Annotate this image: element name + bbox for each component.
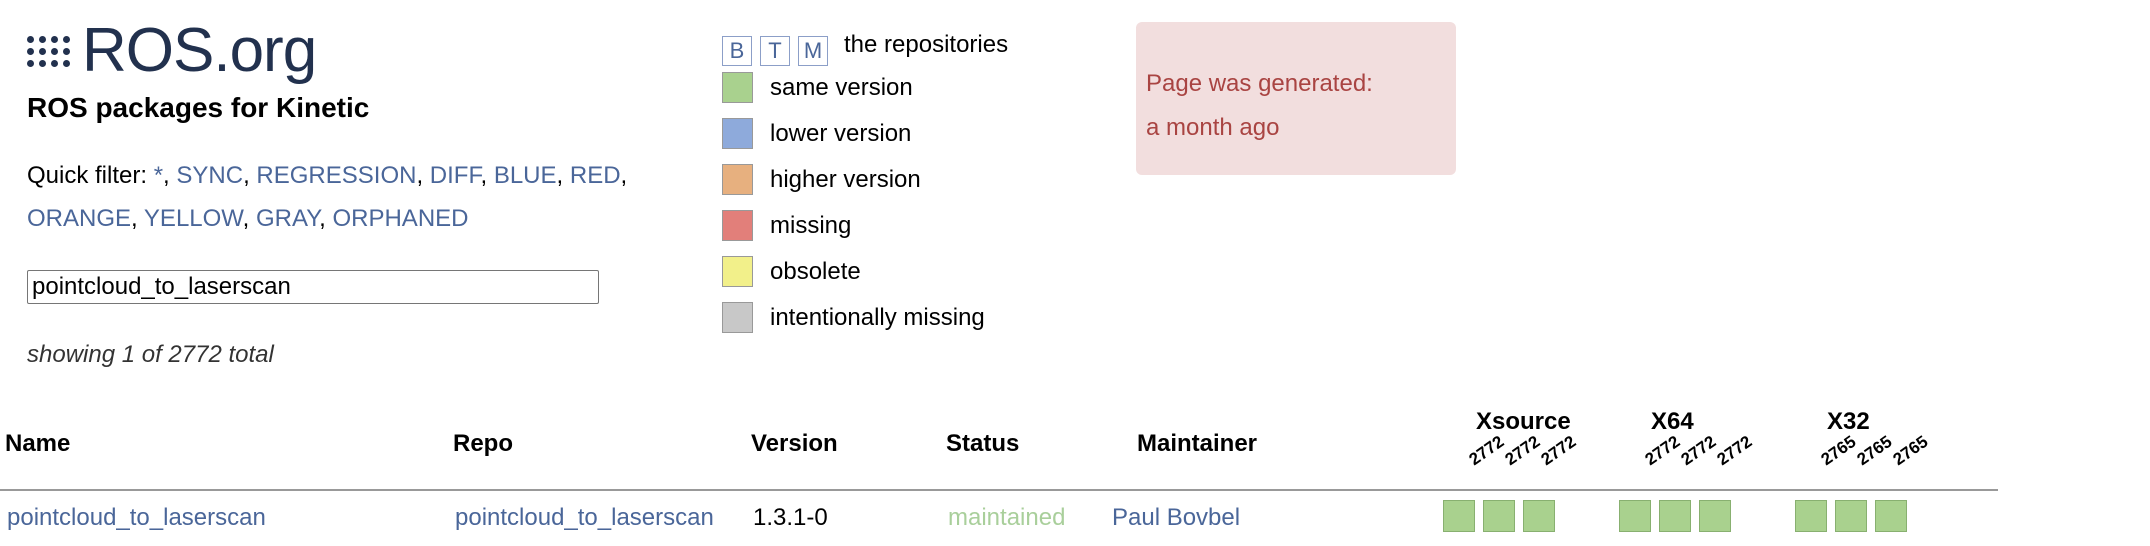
quick-filter-line-2: ORANGE, YELLOW, GRAY, ORPHANED — [27, 205, 469, 232]
legend-swatch-obsolete — [722, 256, 753, 287]
filter-link-regression[interactable]: REGRESSION — [256, 162, 416, 189]
legend-swatch-higher — [722, 164, 753, 195]
legend-item-obsolete: obsolete — [722, 256, 861, 287]
legend-repos-row: B T M the repositories — [722, 30, 1008, 66]
arch-count-x32-testing: 2765 — [1853, 431, 1896, 470]
page-title: ROS packages for Kinetic — [27, 92, 370, 123]
legend-item-missing: missing — [722, 210, 851, 241]
status-cell-xsource-main[interactable] — [1523, 500, 1555, 532]
filter-link-orange[interactable]: ORANGE — [27, 205, 131, 232]
legend: B T M the repositories same version lowe… — [722, 30, 1008, 333]
arch-count-xsource-building: 2772 — [1465, 431, 1508, 470]
row-version: 1.3.1-0 — [753, 504, 828, 531]
filter-link-red[interactable]: RED — [570, 162, 621, 189]
legend-label-intentionally-missing: intentionally missing — [770, 303, 985, 331]
status-cell-x32-main[interactable] — [1875, 500, 1907, 532]
table-header-divider — [0, 489, 1998, 491]
arch-count-x64-testing: 2772 — [1677, 431, 1720, 470]
status-cell-x32-testing[interactable] — [1835, 500, 1867, 532]
legend-swatch-same — [722, 72, 753, 103]
repo-toggle-main[interactable]: M — [798, 36, 828, 66]
legend-label-obsolete: obsolete — [770, 257, 861, 285]
repos-suffix: the repositories — [844, 31, 1009, 58]
legend-label-missing: missing — [770, 211, 852, 239]
arch-header-xsource: Xsource — [1476, 408, 1571, 435]
header-status[interactable]: Status — [946, 430, 1019, 458]
header-maintainer[interactable]: Maintainer — [1137, 430, 1257, 458]
status-cell-x64-main[interactable] — [1699, 500, 1731, 532]
legend-label-lower: lower version — [770, 119, 912, 147]
quick-filter-label: Quick filter: — [27, 162, 148, 189]
header-version[interactable]: Version — [751, 430, 838, 458]
header-repo[interactable]: Repo — [453, 430, 513, 458]
status-cell-xsource-building[interactable] — [1443, 500, 1475, 532]
arch-count-xsource-testing: 2772 — [1501, 431, 1544, 470]
legend-item-higher: higher version — [722, 164, 921, 195]
status-cell-x64-building[interactable] — [1619, 500, 1651, 532]
quick-filter-line-1: Quick filter: *, SYNC, REGRESSION, DIFF,… — [27, 162, 628, 189]
legend-swatch-lower — [722, 118, 753, 149]
notice-line-2: a month ago — [1146, 114, 1280, 141]
showing-count: showing 1 of 2772 total — [27, 341, 274, 368]
notice-line-1: Page was generated: — [1146, 70, 1373, 97]
ros-logo[interactable]: ROS.org — [27, 16, 317, 85]
filter-link-orphaned[interactable]: ORPHANED — [332, 205, 468, 232]
row-name-link[interactable]: pointcloud_to_laserscan — [7, 504, 266, 532]
ros-dots-icon — [27, 35, 70, 67]
filter-link-sync[interactable]: SYNC — [176, 162, 243, 189]
filter-link-diff[interactable]: DIFF — [430, 162, 481, 189]
filter-link-all[interactable]: * — [154, 162, 163, 189]
legend-item-intentionally-missing: intentionally missing — [722, 302, 985, 333]
arch-count-x64-main: 2772 — [1713, 431, 1756, 470]
filter-link-blue[interactable]: BLUE — [494, 162, 557, 189]
search-input[interactable] — [27, 270, 599, 304]
legend-label-higher: higher version — [770, 165, 921, 193]
row-status: maintained — [948, 504, 1066, 531]
legend-item-lower: lower version — [722, 118, 911, 149]
generated-notice: Page was generated: a month ago — [1136, 22, 1456, 175]
status-cell-x64-testing[interactable] — [1659, 500, 1691, 532]
row-maintainer-link[interactable]: Paul Bovbel — [1112, 504, 1240, 532]
filter-link-gray[interactable]: GRAY — [256, 205, 319, 232]
arch-count-x32-building: 2765 — [1817, 431, 1860, 470]
arch-count-x32-main: 2765 — [1889, 431, 1932, 470]
legend-label-same: same version — [770, 73, 913, 101]
repo-toggle-testing[interactable]: T — [760, 36, 790, 66]
legend-item-same: same version — [722, 72, 913, 103]
arch-count-xsource-main: 2772 — [1537, 431, 1580, 470]
row-repo-link[interactable]: pointcloud_to_laserscan — [455, 504, 714, 532]
header-name[interactable]: Name — [5, 430, 70, 458]
arch-count-x64-building: 2772 — [1641, 431, 1684, 470]
legend-swatch-intentionally-missing — [722, 302, 753, 333]
status-cell-xsource-testing[interactable] — [1483, 500, 1515, 532]
legend-swatch-missing — [722, 210, 753, 241]
status-cell-x32-building[interactable] — [1795, 500, 1827, 532]
repo-toggle-building[interactable]: B — [722, 36, 752, 66]
logo-text: ROS.org — [82, 16, 317, 85]
filter-link-yellow[interactable]: YELLOW — [144, 205, 243, 232]
